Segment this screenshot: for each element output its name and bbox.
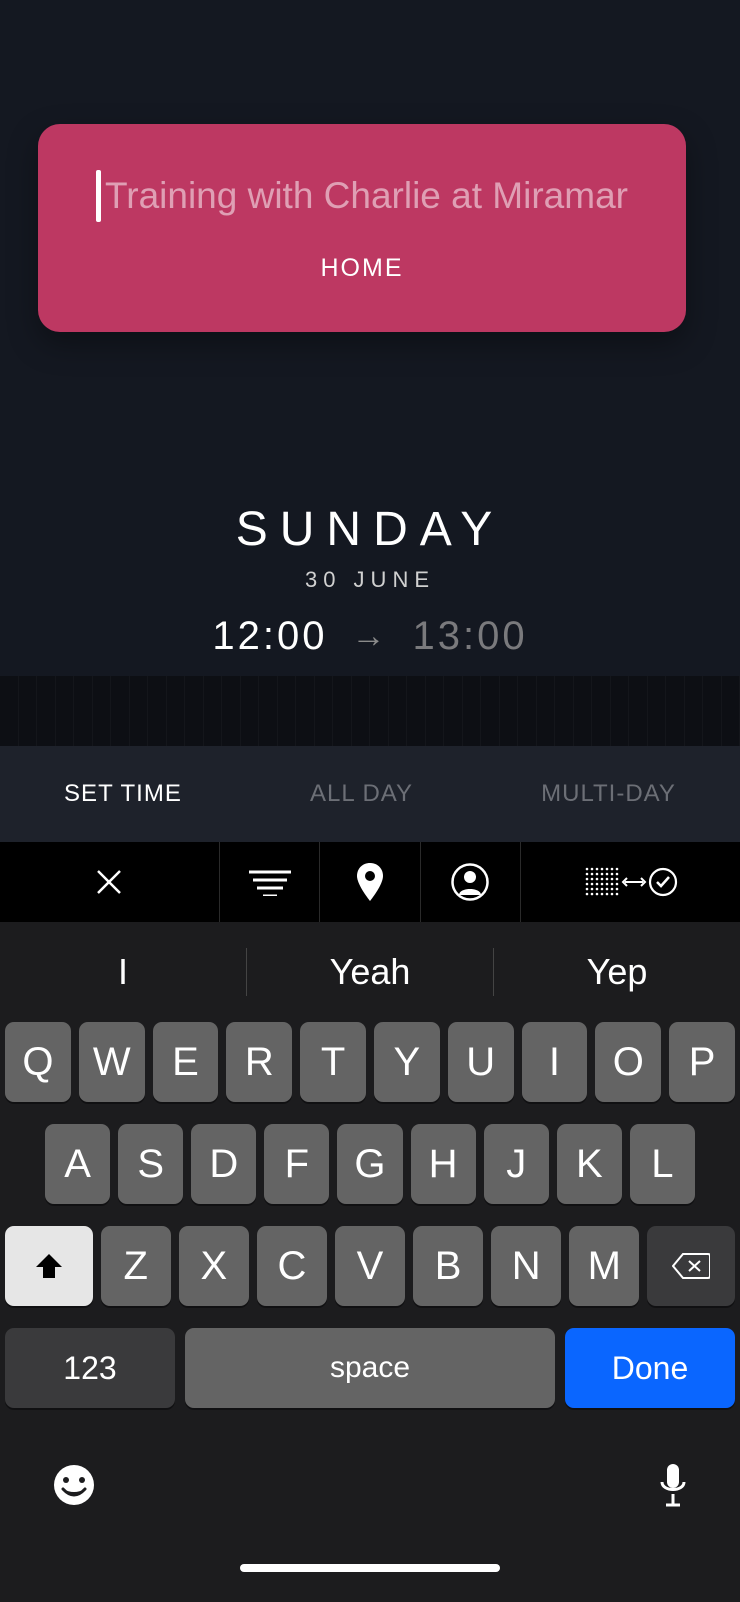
close-button[interactable] [0, 842, 220, 922]
tab-all-day[interactable]: ALL DAY [310, 780, 413, 808]
suggestion-1[interactable]: I [0, 951, 246, 993]
invitee-button[interactable] [421, 842, 521, 922]
end-time[interactable]: 13:00 [413, 614, 528, 659]
key-p[interactable]: P [669, 1022, 735, 1102]
key-delete[interactable] [647, 1226, 735, 1306]
key-y[interactable]: Y [374, 1022, 440, 1102]
suggestion-3[interactable]: Yep [494, 951, 740, 993]
arrow-right-icon: → [352, 617, 389, 656]
text-cursor [96, 170, 101, 222]
home-indicator[interactable] [240, 1564, 500, 1572]
time-mode-tabs: SET TIME ALL DAY MULTI-DAY [0, 746, 740, 842]
event-card: Training with Charlie at Miramar HOME [38, 124, 686, 332]
shift-icon [36, 1254, 62, 1278]
dictation-button[interactable] [658, 1462, 688, 1513]
key-h[interactable]: H [411, 1124, 476, 1204]
key-v[interactable]: V [335, 1226, 405, 1306]
emoji-button[interactable] [52, 1463, 96, 1512]
key-m[interactable]: M [569, 1226, 639, 1306]
key-d[interactable]: D [191, 1124, 256, 1204]
microphone-icon [658, 1462, 688, 1508]
key-q[interactable]: Q [5, 1022, 71, 1102]
suggestion-2[interactable]: Yeah [247, 951, 493, 993]
start-time[interactable]: 12:00 [212, 614, 327, 659]
keyboard-bottom-row [0, 1442, 740, 1532]
tab-multi-day[interactable]: MULTI-DAY [541, 780, 676, 808]
key-x[interactable]: X [179, 1226, 249, 1306]
key-z[interactable]: Z [101, 1226, 171, 1306]
backspace-icon [672, 1252, 710, 1280]
time-row[interactable]: 12:00 → 13:00 [0, 614, 740, 659]
grid-to-check-icon [583, 863, 679, 901]
key-j[interactable]: J [484, 1124, 549, 1204]
key-u[interactable]: U [448, 1022, 514, 1102]
key-a[interactable]: A [45, 1124, 110, 1204]
day-name: SUNDAY [0, 502, 740, 557]
key-l[interactable]: L [630, 1124, 695, 1204]
tab-set-time[interactable]: SET TIME [64, 780, 182, 808]
event-title-placeholder: Training with Charlie at Miramar [105, 175, 628, 217]
time-scrubber[interactable] [0, 676, 740, 746]
key-o[interactable]: O [595, 1022, 661, 1102]
date-block: SUNDAY 30 JUNE [0, 502, 740, 593]
key-n[interactable]: N [491, 1226, 561, 1306]
key-space[interactable]: space [185, 1328, 555, 1408]
day-date: 30 JUNE [0, 567, 740, 593]
person-icon [451, 863, 489, 901]
key-123[interactable]: 123 [5, 1328, 175, 1408]
location-pin-icon [357, 863, 383, 901]
key-b[interactable]: B [413, 1226, 483, 1306]
emoji-icon [52, 1463, 96, 1507]
key-w[interactable]: W [79, 1022, 145, 1102]
key-f[interactable]: F [264, 1124, 329, 1204]
event-title-input[interactable]: Training with Charlie at Miramar [38, 170, 686, 222]
key-e[interactable]: E [153, 1022, 219, 1102]
location-button[interactable] [320, 842, 420, 922]
confirm-button[interactable] [521, 842, 740, 922]
action-bar [0, 842, 740, 922]
key-done[interactable]: Done [565, 1328, 735, 1408]
key-r[interactable]: R [226, 1022, 292, 1102]
key-s[interactable]: S [118, 1124, 183, 1204]
key-k[interactable]: K [557, 1124, 622, 1204]
notes-icon [249, 868, 291, 896]
key-g[interactable]: G [337, 1124, 402, 1204]
notes-button[interactable] [220, 842, 320, 922]
event-calendar-label[interactable]: HOME [321, 254, 404, 283]
key-shift[interactable] [5, 1226, 93, 1306]
key-i[interactable]: I [522, 1022, 588, 1102]
keyboard-suggestions: I Yeah Yep [0, 922, 740, 1022]
key-t[interactable]: T [300, 1022, 366, 1102]
key-c[interactable]: C [257, 1226, 327, 1306]
close-icon [94, 867, 124, 897]
